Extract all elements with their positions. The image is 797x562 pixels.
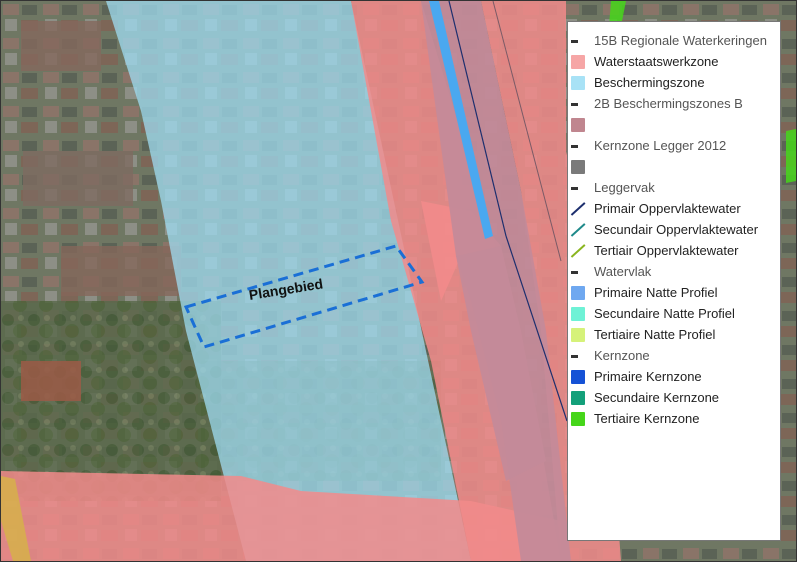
legend-item: Primair Oppervlaktewater: [568, 198, 780, 219]
legend-label: Leggervak: [594, 180, 655, 195]
map-legend: 15B Regionale Waterkeringen Waterstaatswe…: [567, 21, 781, 541]
legend-label: Watervlak: [594, 264, 652, 279]
kernzone-east-edge-2: [786, 129, 796, 183]
legend-item: [568, 114, 780, 135]
legend-dash-icon: [571, 265, 585, 279]
legend-label: 2B Beschermingszones B: [594, 96, 743, 111]
legend-label: Tertiaire Kernzone: [594, 411, 700, 426]
legend-label: Tertiaire Natte Profiel: [594, 327, 716, 342]
legend-group-header: 15B Regionale Waterkeringen: [568, 30, 780, 51]
legend-swatch: [571, 75, 585, 90]
legend-swatch: [571, 306, 585, 321]
legend-item: Secundaire Kernzone: [568, 387, 780, 408]
legend-label: 15B Regionale Waterkeringen: [594, 33, 767, 48]
legend-group-header: 2B Beschermingszones B: [568, 93, 780, 114]
aerial-roofs-northwest: [21, 21, 101, 71]
legend-label: Primaire Kernzone: [594, 369, 702, 384]
legend-label: Tertiair Oppervlaktewater: [594, 243, 739, 258]
legend-swatch: [571, 369, 585, 384]
legend-group-header: Kernzone Legger 2012: [568, 135, 780, 156]
legend-label: Primair Oppervlaktewater: [594, 201, 741, 216]
legend-line-symbol: [571, 244, 585, 258]
legend-label: Kernzone Legger 2012: [594, 138, 727, 153]
legend-item: Primaire Natte Profiel: [568, 282, 780, 303]
legend-swatch: [571, 285, 585, 300]
legend-swatch: [571, 117, 585, 132]
legend-group-header: Watervlak: [568, 261, 780, 282]
legend-label: Kernzone: [594, 348, 650, 363]
legend-item: Tertiaire Kernzone: [568, 408, 780, 429]
legend-dash-icon: [571, 34, 585, 48]
legend-label: Primaire Natte Profiel: [594, 285, 718, 300]
legend-group-header: Leggervak: [568, 177, 780, 198]
legend-swatch: [571, 411, 585, 426]
legend-swatch: [571, 54, 585, 69]
legend-label: Beschermingszone: [594, 75, 705, 90]
legend-item: Tertiaire Natte Profiel: [568, 324, 780, 345]
legend-line-symbol: [571, 223, 585, 237]
legend-label: Waterstaatswerkzone: [594, 54, 719, 69]
legend-swatch: [571, 327, 585, 342]
map-frame: Plangebied 15B Regionale Waterkeringen Wa…: [0, 0, 797, 562]
legend-dash-icon: [571, 97, 585, 111]
legend-label: Secundaire Kernzone: [594, 390, 720, 405]
aerial-roofs-west-2: [61, 246, 181, 296]
legend-item: [568, 156, 780, 177]
legend-item: Waterstaatswerkzone: [568, 51, 780, 72]
aerial-roofs-west: [23, 151, 133, 206]
legend-dash-icon: [571, 181, 585, 195]
legend-item: Primaire Kernzone: [568, 366, 780, 387]
legend-swatch: [571, 159, 585, 174]
legend-item: Tertiair Oppervlaktewater: [568, 240, 780, 261]
legend-dash-icon: [571, 139, 585, 153]
aerial-roofs-southwest: [21, 361, 81, 401]
legend-label: Secundair Oppervlaktewater: [594, 222, 759, 237]
legend-swatch: [571, 390, 585, 405]
legend-group-header: Kernzone: [568, 345, 780, 366]
legend-item: Beschermingszone: [568, 72, 780, 93]
legend-item: Secundaire Natte Profiel: [568, 303, 780, 324]
legend-dash-icon: [571, 349, 585, 363]
legend-line-symbol: [571, 202, 585, 216]
legend-label: Secundaire Natte Profiel: [594, 306, 735, 321]
legend-item: Secundair Oppervlaktewater: [568, 219, 780, 240]
